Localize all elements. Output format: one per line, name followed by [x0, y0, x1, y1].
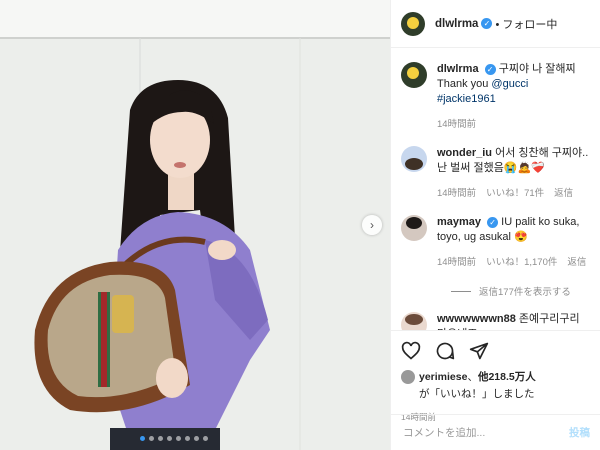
post-comment-button[interactable]: 投稿	[569, 425, 590, 440]
comment-icon[interactable]	[435, 341, 455, 361]
list-item: wwwwwwwn88 존예구리구리 마요네즈	[401, 312, 590, 330]
avatar[interactable]	[401, 11, 425, 36]
next-photo-button[interactable]: ›	[362, 215, 382, 235]
share-icon[interactable]	[469, 341, 489, 361]
liker-username[interactable]: yerimiese	[419, 371, 467, 383]
carousel-indicators	[140, 436, 208, 441]
carousel-dot	[203, 436, 208, 441]
caption-time: 14時間前	[437, 119, 477, 130]
comment-time: 14時間前	[437, 188, 477, 199]
caption: dlwlrma ✓ 구찌야 나 잘해찌 Thank you @gucci #ja…	[401, 62, 590, 132]
carousel-dot	[167, 436, 172, 441]
comment-username[interactable]: wwwwwwwn88	[437, 313, 516, 325]
list-item: maymay ✓ IU palit ko suka, toyo, ug asuk…	[401, 215, 590, 270]
chevron-right-icon: ›	[370, 218, 374, 232]
hashtag-link[interactable]: #jackie1961	[437, 93, 496, 105]
comment-input[interactable]	[401, 425, 569, 440]
comment-username[interactable]: wonder_iu	[437, 147, 492, 159]
reply-button[interactable]: 返信	[554, 186, 573, 201]
carousel-dot	[194, 436, 199, 441]
divider	[451, 290, 471, 292]
caption-username[interactable]: dlwlrma	[437, 63, 479, 75]
caption-text: 구찌야 나 잘해찌	[498, 63, 576, 75]
heart-icon[interactable]	[401, 341, 421, 361]
post-username[interactable]: dlwlrma	[435, 18, 478, 30]
verified-badge-icon: ✓	[487, 216, 499, 228]
view-replies-button[interactable]: 返信177件を表示する	[451, 284, 590, 298]
comment-username[interactable]: maymay	[437, 216, 481, 228]
likes-count[interactable]: 他218.5万人	[478, 371, 536, 383]
post-header: dlwlrma ✓ • フォロー中	[391, 0, 600, 48]
verified-badge-icon: ✓	[481, 18, 493, 29]
following-status[interactable]: • フォロー中	[495, 16, 557, 32]
caption-text-line2: Thank you	[437, 78, 492, 90]
mention-link[interactable]: @gucci	[491, 78, 528, 90]
avatar[interactable]	[401, 215, 427, 241]
post-photo[interactable]: ›	[0, 0, 390, 450]
list-item: wonder_iu 어서 칭찬해 구찌야.. 난 벌써 절했음😭🙇❤️‍🩹 14…	[401, 146, 590, 201]
comment-likes[interactable]: いいね！71件	[486, 186, 544, 201]
reply-button[interactable]: 返信	[567, 255, 586, 270]
verified-badge-icon: ✓	[484, 63, 496, 75]
comments-list[interactable]: dlwlrma ✓ 구찌야 나 잘해찌 Thank you @gucci #ja…	[391, 48, 600, 330]
carousel-dot	[140, 436, 145, 441]
likes-text: が「いいね！」しました	[419, 388, 535, 400]
comment-time: 14時間前	[437, 257, 477, 268]
likes-separator: 、	[467, 371, 478, 383]
avatar[interactable]	[401, 370, 415, 384]
post-side-panel: dlwlrma ✓ • フォロー中 dlwlrma ✓ 구찌야 나 잘해찌 Th…	[390, 0, 600, 450]
avatar[interactable]	[401, 312, 427, 330]
carousel-dot	[185, 436, 190, 441]
carousel-dot	[158, 436, 163, 441]
comment-likes[interactable]: いいね！1,170件	[486, 255, 557, 270]
likes-summary: yerimiese、他218.5万人	[401, 369, 590, 384]
carousel-dot	[149, 436, 154, 441]
avatar[interactable]	[401, 146, 427, 172]
photo-illustration	[0, 0, 390, 450]
carousel-dot	[176, 436, 181, 441]
avatar[interactable]	[401, 62, 427, 88]
view-replies-label: 返信177件を表示する	[479, 287, 571, 298]
add-comment-bar: 投稿	[391, 414, 600, 450]
